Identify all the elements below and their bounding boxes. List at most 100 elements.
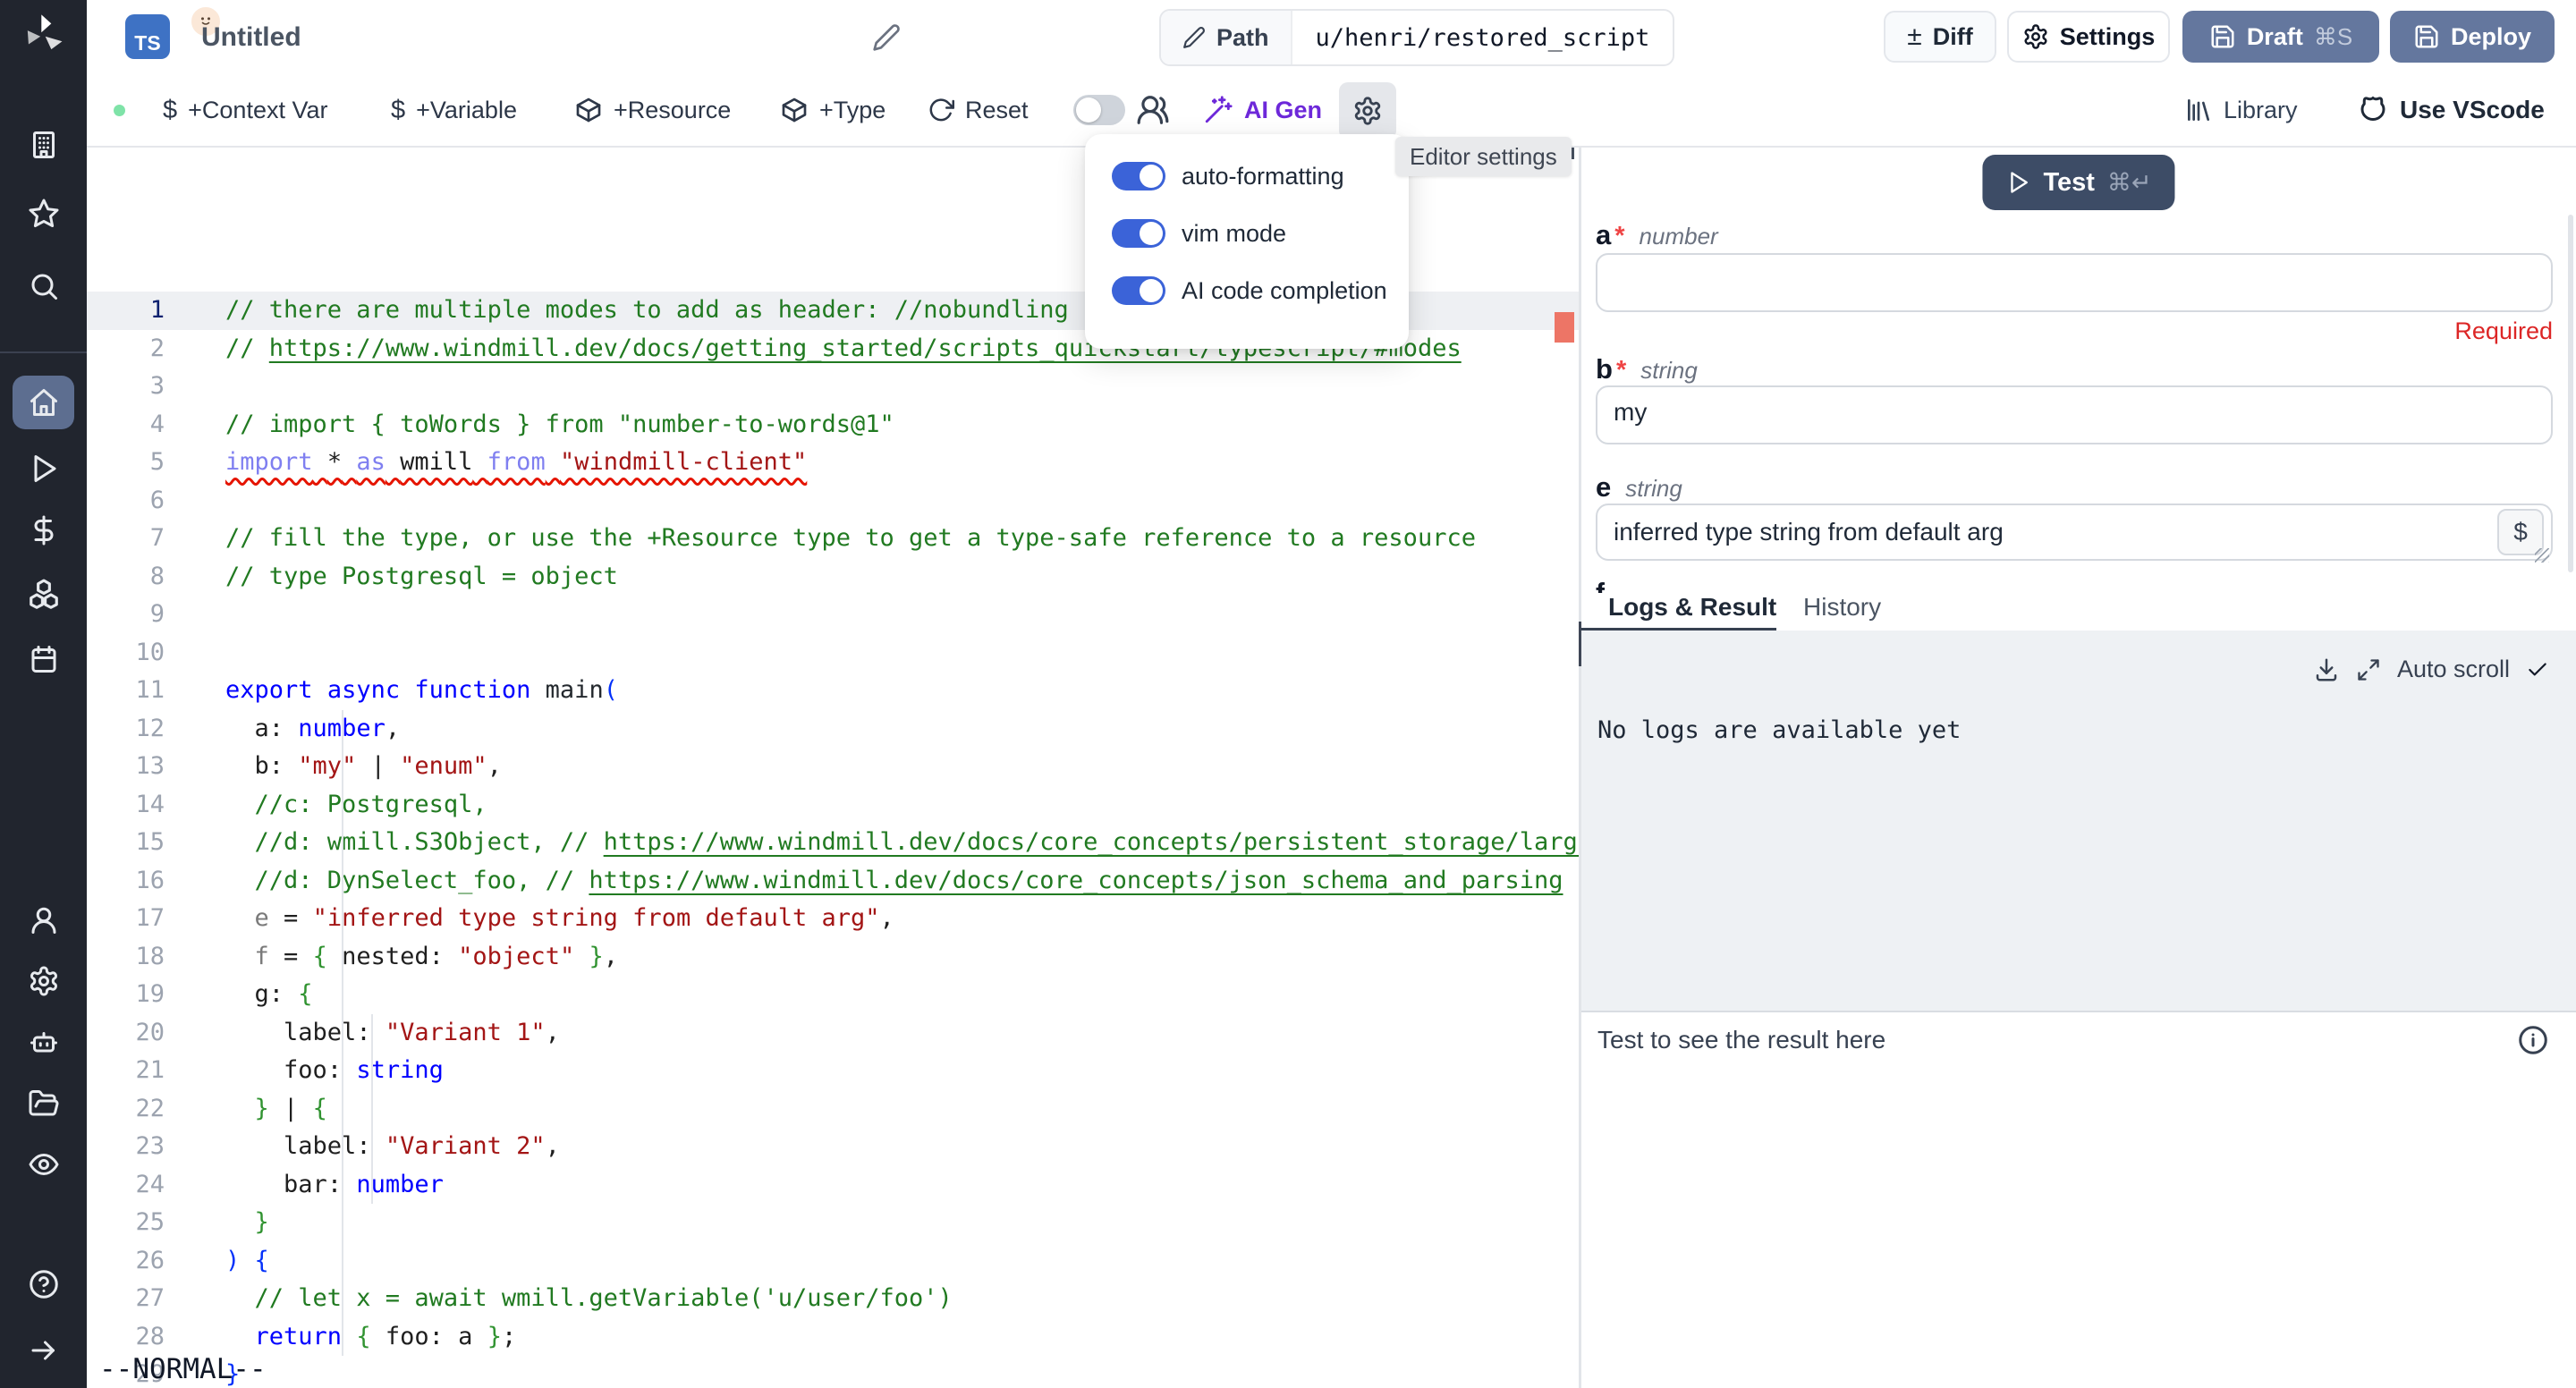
code-line[interactable]: 24 bar: number — [87, 1166, 1579, 1205]
code-line[interactable]: 15 //d: wmill.S3Object, // https://www.w… — [87, 824, 1579, 862]
code-text[interactable]: return { foo: a }; — [225, 1318, 516, 1357]
auto-scroll-label[interactable]: Auto scroll — [2397, 656, 2510, 683]
sidebar-item-folders[interactable] — [13, 1077, 74, 1130]
deploy-button[interactable]: Deploy — [2390, 11, 2555, 63]
test-button[interactable]: Test ⌘↵ — [1982, 155, 2174, 210]
toggle-switch[interactable] — [1112, 219, 1165, 248]
code-text[interactable]: //d: wmill.S3Object, // https://www.wind… — [225, 824, 1579, 862]
path-chip[interactable]: Path u/henri/restored_script — [1159, 9, 1674, 66]
sidebar-item-workspace[interactable] — [13, 118, 74, 172]
sidebar-item-user[interactable] — [13, 893, 74, 947]
settings-menu-item[interactable]: vim mode — [1112, 218, 1382, 249]
code-text[interactable]: export async function main( — [225, 672, 618, 710]
field-b-input[interactable]: my — [1596, 385, 2553, 444]
code-text[interactable]: // import { toWords } from "number-to-wo… — [225, 406, 894, 444]
code-line[interactable]: 5import * as wmill from "windmill-client… — [87, 444, 1579, 482]
field-a-input[interactable] — [1596, 253, 2553, 312]
code-line[interactable]: 3 — [87, 368, 1579, 406]
sidebar-item-resources[interactable] — [13, 568, 74, 622]
sidebar-item-variables[interactable] — [13, 504, 74, 557]
code-text[interactable]: // type Postgresql = object — [225, 558, 618, 597]
code-text[interactable]: import * as wmill from "windmill-client" — [225, 444, 807, 482]
toggle-off-switch[interactable] — [1073, 95, 1125, 125]
sidebar-item-audit-logs[interactable] — [13, 1138, 74, 1191]
code-line[interactable]: 27 // let x = await wmill.getVariable('u… — [87, 1280, 1579, 1318]
code-text[interactable]: label: "Variant 2", — [225, 1128, 560, 1166]
add-resource-button[interactable]: +Resource — [574, 74, 731, 146]
code-line[interactable]: 4// import { toWords } from "number-to-w… — [87, 406, 1579, 444]
code-line[interactable]: 10 — [87, 634, 1579, 673]
resize-handle[interactable] — [2535, 548, 2549, 563]
code-text[interactable]: // let x = await wmill.getVariable('u/us… — [225, 1280, 953, 1318]
use-vscode-button[interactable]: Use VScode — [2357, 74, 2545, 146]
field-e-input[interactable] — [1596, 504, 2553, 561]
code-line[interactable]: 13 b: "my" | "enum", — [87, 748, 1579, 786]
code-line[interactable]: 6 — [87, 482, 1579, 520]
diff-button[interactable]: ± Diff — [1884, 11, 1996, 63]
code-line[interactable]: 21 foo: string — [87, 1052, 1579, 1090]
code-text[interactable]: ) { — [225, 1242, 269, 1281]
sidebar-collapse-button[interactable] — [13, 1324, 74, 1377]
code-text[interactable]: } | { — [225, 1090, 327, 1129]
code-line[interactable]: 7// fill the type, or use the +Resource … — [87, 520, 1579, 558]
code-text[interactable]: foo: string — [225, 1052, 444, 1090]
library-button[interactable]: Library — [2184, 74, 2298, 146]
code-text[interactable]: label: "Variant 1", — [225, 1014, 560, 1053]
panel-scrollbar[interactable] — [2568, 215, 2573, 572]
tab-logs-result[interactable]: Logs & Result — [1608, 593, 1776, 622]
code-text[interactable]: a: number, — [225, 710, 400, 749]
code-text[interactable]: b: "my" | "enum", — [225, 748, 502, 786]
settings-button[interactable]: Settings — [2007, 11, 2170, 63]
settings-menu-item[interactable]: AI code completion — [1112, 275, 1382, 306]
code-line[interactable]: 25 } — [87, 1204, 1579, 1242]
add-variable-button[interactable]: $ +Variable — [391, 74, 517, 146]
code-line[interactable]: 14 //c: Postgresql, — [87, 786, 1579, 825]
info-icon[interactable] — [2517, 1024, 2549, 1056]
code-line[interactable]: 12 a: number, — [87, 710, 1579, 749]
download-logs-icon[interactable] — [2313, 656, 2340, 683]
code-lines[interactable]: 1// there are multiple modes to add as h… — [87, 292, 1579, 1388]
sidebar-item-workers[interactable] — [13, 1016, 74, 1070]
add-type-button[interactable]: +Type — [780, 74, 886, 146]
code-line[interactable]: 22 } | { — [87, 1090, 1579, 1129]
add-context-var-button[interactable]: $ +Context Var — [163, 74, 327, 146]
panel-splitter[interactable] — [1579, 148, 1581, 1388]
sidebar-item-settings[interactable] — [13, 954, 74, 1008]
sidebar-item-runs[interactable] — [13, 442, 74, 495]
sidebar-item-home[interactable] — [13, 376, 74, 429]
code-text[interactable]: } — [225, 1204, 269, 1242]
code-line[interactable]: 9 — [87, 596, 1579, 634]
sidebar-item-schedules[interactable] — [13, 632, 74, 686]
path-value[interactable]: u/henri/restored_script — [1292, 11, 1674, 64]
code-text[interactable]: // fill the type, or use the +Resource t… — [225, 520, 1476, 558]
expand-logs-icon[interactable] — [2356, 657, 2381, 682]
code-line[interactable]: 17 e = "inferred type string from defaul… — [87, 900, 1579, 938]
edit-summary-icon[interactable] — [872, 23, 901, 52]
code-text[interactable]: bar: number — [225, 1166, 444, 1205]
sidebar-item-help[interactable] — [13, 1257, 74, 1311]
reset-button[interactable]: Reset — [928, 74, 1029, 146]
sidebar-item-favorites[interactable] — [13, 187, 74, 241]
code-line[interactable]: 26) { — [87, 1242, 1579, 1281]
code-line[interactable]: 28 return { foo: a }; — [87, 1318, 1579, 1357]
tab-history[interactable]: History — [1803, 593, 1881, 622]
toggle-switch[interactable] — [1112, 276, 1165, 305]
code-text[interactable]: // there are multiple modes to add as he… — [225, 292, 1069, 330]
code-line[interactable]: 20 label: "Variant 1", — [87, 1014, 1579, 1053]
code-line[interactable]: 29} — [87, 1356, 1579, 1388]
draft-button[interactable]: Draft ⌘S — [2182, 11, 2379, 63]
code-line[interactable]: 23 label: "Variant 2", — [87, 1128, 1579, 1166]
code-text[interactable]: e = "inferred type string from default a… — [225, 900, 894, 938]
code-text[interactable]: f = { nested: "object" }, — [225, 938, 618, 977]
code-text[interactable]: g: { — [225, 976, 313, 1014]
code-line[interactable]: 16 //d: DynSelect_foo, // https://www.wi… — [87, 862, 1579, 901]
windmill-logo-icon[interactable] — [20, 11, 67, 58]
code-line[interactable]: 8// type Postgresql = object — [87, 558, 1579, 597]
settings-menu-item[interactable]: auto-formatting — [1112, 161, 1382, 191]
code-line[interactable]: 19 g: { — [87, 976, 1579, 1014]
code-line[interactable]: 18 f = { nested: "object" }, — [87, 938, 1579, 977]
code-text[interactable]: //c: Postgresql, — [225, 786, 487, 825]
toggle-switch[interactable] — [1112, 162, 1165, 190]
code-text[interactable]: //d: DynSelect_foo, // https://www.windm… — [225, 862, 1563, 901]
sidebar-item-search[interactable] — [13, 259, 74, 313]
